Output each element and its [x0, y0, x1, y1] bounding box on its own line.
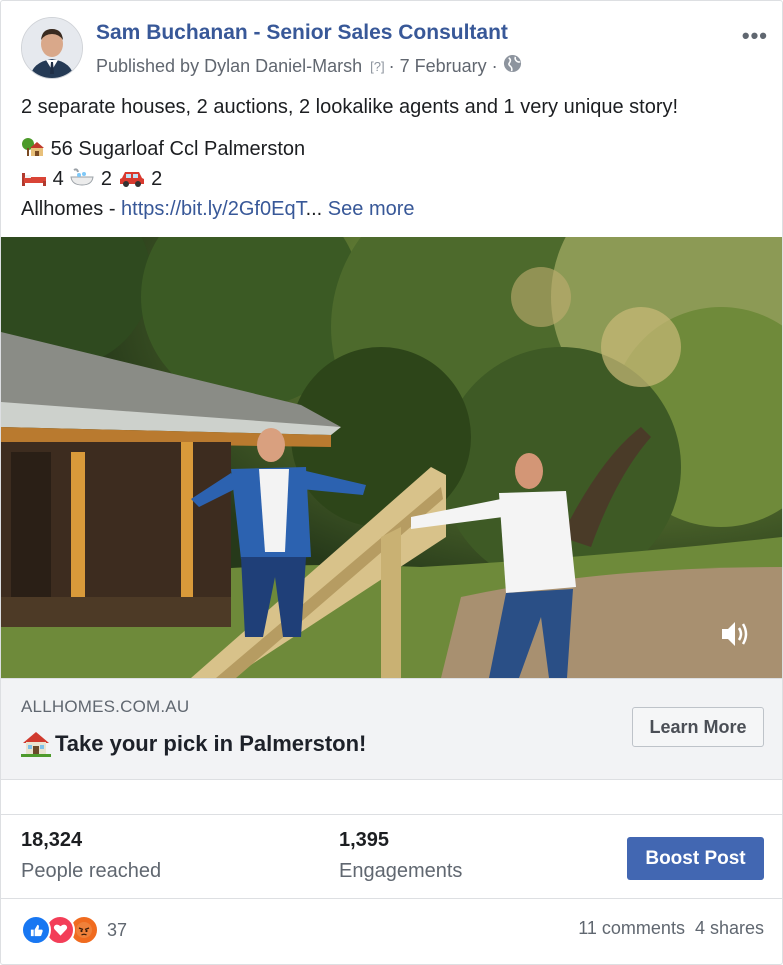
listing-link[interactable]: https://bit.ly/2Gf0EqT: [121, 198, 306, 220]
preview-headline-row: Take your pick in Palmerston!: [21, 729, 366, 759]
preview-headline[interactable]: Take your pick in Palmerston!: [55, 731, 366, 757]
ellipsis: ...: [305, 198, 323, 220]
more-options-icon[interactable]: •••: [742, 23, 768, 49]
beds-count: 4: [52, 168, 64, 190]
engagements-stat[interactable]: 1,395 Engagements: [339, 829, 462, 883]
engagements-label: Engagements: [339, 860, 463, 882]
author-avatar[interactable]: [21, 17, 83, 79]
video-frame: [1, 237, 782, 678]
see-more-link[interactable]: See more: [328, 198, 415, 220]
social-counts: 11 comments 4 shares: [578, 918, 764, 939]
post-meta: Published by Dylan Daniel-Marsh [?] · 7 …: [96, 54, 522, 78]
people-reached-label: People reached: [21, 860, 162, 882]
reaction-count: 37: [107, 919, 128, 940]
cars-count: 2: [151, 168, 163, 190]
post-text-line: 2 separate houses, 2 auctions, 2 lookali…: [21, 96, 679, 118]
features-line: 4 2 2: [21, 164, 762, 194]
divider: [1, 814, 782, 815]
people-reached-stat[interactable]: 18,324 People reached: [21, 829, 161, 883]
source-prefix: Allhomes -: [21, 198, 122, 220]
baths-count: 2: [100, 168, 112, 190]
car-icon: [118, 168, 152, 190]
source-line: Allhomes - https://bit.ly/2Gf0EqT... See…: [21, 194, 762, 224]
divider: [1, 898, 782, 899]
globe-icon: [503, 54, 522, 78]
house-icon: [21, 138, 51, 160]
comments-link[interactable]: 11 comments: [578, 918, 685, 938]
video-player[interactable]: [1, 237, 782, 678]
post-text: 2 separate houses, 2 auctions, 2 lookali…: [21, 94, 762, 224]
bath-icon: [69, 168, 101, 190]
preview-domain: ALLHOMES.COM.AU: [21, 697, 190, 716]
learn-more-button[interactable]: Learn More: [632, 707, 764, 747]
sound-icon[interactable]: [718, 617, 752, 656]
published-by[interactable]: Published by Dylan Daniel-Marsh: [96, 56, 362, 77]
boost-post-button[interactable]: Boost Post: [627, 837, 764, 880]
house-icon: [21, 729, 51, 759]
like-icon: [21, 915, 51, 945]
post-date[interactable]: · 7 February ·: [389, 56, 498, 77]
address-line: 56 Sugarloaf Ccl Palmerston: [21, 134, 762, 164]
post-card: Sam Buchanan - Senior Sales Consultant P…: [0, 0, 783, 965]
people-reached-value: 18,324: [21, 829, 83, 851]
shares-link[interactable]: 4 shares: [695, 918, 764, 938]
post-header: Sam Buchanan - Senior Sales Consultant P…: [21, 17, 768, 81]
engagements-value: 1,395: [339, 829, 390, 851]
link-preview[interactable]: ALLHOMES.COM.AU Take your pick in Palmer…: [1, 678, 782, 780]
reactions-summary[interactable]: 37: [21, 915, 127, 945]
bed-icon: [21, 168, 53, 190]
author-name[interactable]: Sam Buchanan - Senior Sales Consultant: [96, 21, 508, 45]
help-marker[interactable]: [?]: [370, 59, 384, 74]
address-text: 56 Sugarloaf Ccl Palmerston: [50, 138, 306, 160]
